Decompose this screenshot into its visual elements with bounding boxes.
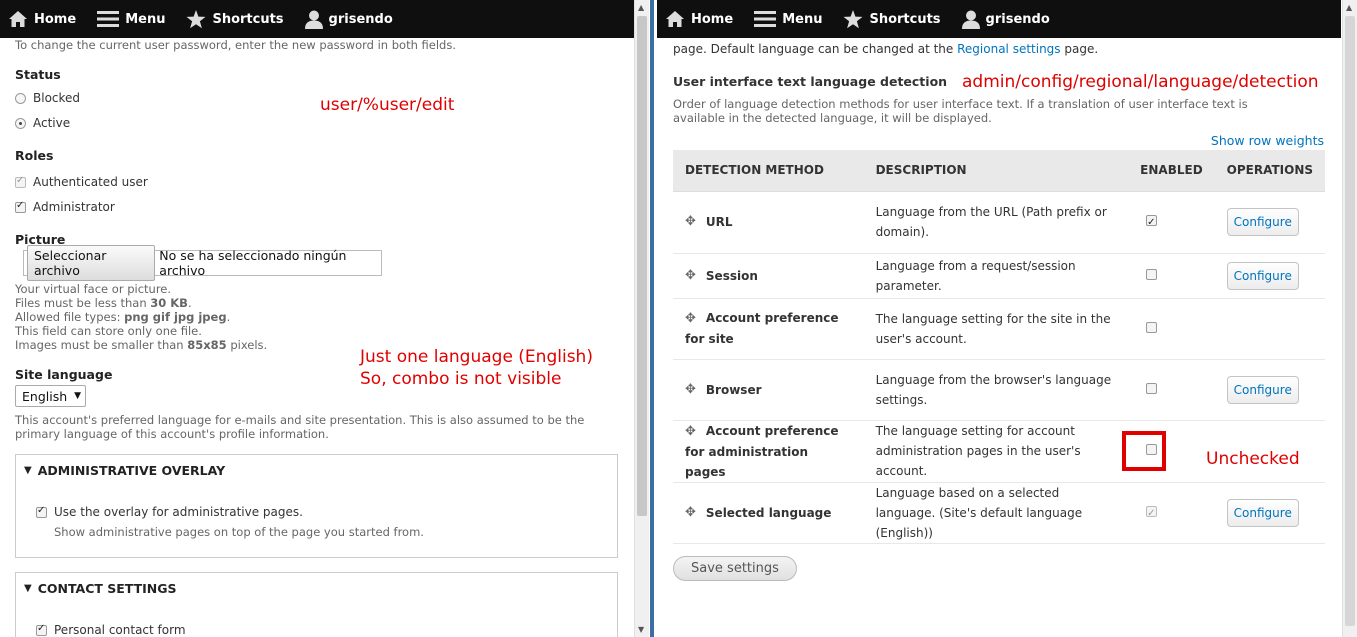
row-description: The language setting for the site in the… [863,298,1129,360]
row-description: Language from the browser's language set… [863,359,1129,421]
menu-icon [97,11,120,27]
radio-active[interactable] [15,117,26,129]
toolbar-home[interactable]: Home [657,0,746,38]
drag-handle-icon[interactable]: ✥ [685,380,696,400]
toolbar-menu[interactable]: Menu [89,0,178,38]
regional-settings-link[interactable]: Regional settings [957,42,1060,56]
table-row: ✥ Session Language from a request/session… [673,253,1325,299]
contact-option[interactable]: Personal contact form [36,623,186,637]
pane-border-left [650,0,654,637]
home-icon [9,11,27,27]
left-scrollbar[interactable]: ▲ ▼ [634,0,649,637]
checkbox-enabled [1146,504,1158,524]
toolbar-home[interactable]: Home [0,0,89,38]
configure-button[interactable]: Configure [1226,375,1299,404]
site-language-select[interactable]: English ▼ [15,385,86,407]
radio-blocked[interactable] [15,92,26,104]
toolbar-menu[interactable]: Menu [746,0,835,38]
checkbox-enabled[interactable] [1146,321,1158,333]
intro-text: page. Default language can be changed at… [673,42,1099,56]
collapse-triangle-icon: ▼ [24,465,32,476]
star-icon [843,9,863,28]
status-label: Status [15,67,61,82]
checkbox-authenticated [15,175,26,188]
overlay-legend[interactable]: ▼ ADMINISTRATIVE OVERLAY [16,455,617,486]
star-icon [186,9,206,28]
role-administrator[interactable]: Administrator [15,200,115,214]
table-row: ✥ Account preference for site The languag… [673,298,1325,360]
section-title: User interface text language detection [673,74,948,89]
role-authenticated: Authenticated user [15,175,148,189]
site-language-help: This account's preferred language for e-… [15,413,585,441]
section-description: Order of language detection methods for … [673,97,1248,125]
show-row-weights-link[interactable]: Show row weights [1211,133,1324,148]
row-description: Language from the URL (Path prefix or do… [863,191,1129,254]
table-row: ✥ URL Language from the URL (Path prefix … [673,191,1325,254]
toolbar-shortcuts[interactable]: Shortcuts [835,0,953,38]
checkbox-enabled[interactable] [1146,268,1158,280]
administrative-overlay-fieldset: ▼ADMINISTRATIVE OVERLAY Use the overlay … [15,454,618,558]
user-icon [961,10,980,29]
picture-help: Your virtual face or picture. Files must… [15,282,268,352]
choose-file-button[interactable]: Seleccionar archivo [27,245,156,281]
toolbar-user[interactable]: grisendo [297,0,406,38]
drag-handle-icon[interactable]: ✥ [685,311,696,326]
header-operations: OPERATIONS [1214,150,1325,192]
right-pane: Home Menu Shortcuts grisendo page. Defau… [657,0,1341,637]
contact-legend[interactable]: ▼ CONTACT SETTINGS [16,573,617,604]
checkbox-overlay[interactable] [36,505,47,518]
annotation-one-language: Just one language (English) So, combo is… [360,347,593,389]
overlay-option[interactable]: Use the overlay for administrative pages… [36,505,303,519]
table-row: ✥ Browser Language from the browser's lan… [673,359,1325,421]
configure-button[interactable]: Configure [1226,208,1299,236]
status-blocked-option[interactable]: Blocked [15,91,80,105]
header-method: DETECTION METHOD [673,150,864,192]
configure-button[interactable]: Configure [1226,498,1299,527]
file-input[interactable]: Seleccionar archivo No se ha seleccionad… [23,245,382,281]
home-icon [666,11,684,27]
annotation-detection-path: admin/config/regional/language/detection [962,72,1319,92]
left-pane: Home Menu Shortcuts grisendo To change t… [0,0,634,637]
password-hint: To change the current user password, ent… [15,38,456,52]
annotation-user-path: user/%user/edit [320,95,455,115]
status-active-option[interactable]: Active [15,116,70,130]
configure-button[interactable]: Configure [1226,261,1299,290]
annotation-unchecked: Unchecked [1206,449,1300,469]
drag-handle-icon[interactable]: ✥ [685,266,696,286]
admin-toolbar-left: Home Menu Shortcuts grisendo [0,0,634,38]
drag-handle-icon[interactable]: ✥ [685,424,696,439]
toolbar-shortcuts[interactable]: Shortcuts [178,0,296,38]
drag-handle-icon[interactable]: ✥ [685,503,696,523]
save-settings-button[interactable]: Save settings [673,556,797,581]
checkbox-contact[interactable] [36,623,47,636]
checkbox-administrator[interactable] [15,200,26,213]
drag-handle-icon[interactable]: ✥ [685,212,696,232]
row-description: The language setting for account adminis… [863,420,1129,483]
checkbox-enabled[interactable] [1146,382,1158,394]
checkbox-enabled[interactable] [1146,213,1158,233]
row-description: Language based on a selected language. (… [863,482,1129,544]
row-description: Language from a request/session paramete… [863,253,1129,299]
menu-icon [754,11,777,27]
dropdown-arrow-icon: ▼ [74,391,82,401]
site-language-label: Site language [15,367,113,382]
header-description: DESCRIPTION [863,150,1129,192]
contact-settings-fieldset: ▼CONTACT SETTINGS Personal contact form [15,572,618,637]
file-status: No se ha seleccionado ningún archivo [159,248,347,278]
roles-label: Roles [15,148,54,163]
highlight-box [1122,430,1167,471]
table-row: ✥ Selected language Language based on a s… [673,482,1325,544]
collapse-triangle-icon: ▼ [24,583,32,594]
header-enabled: ENABLED [1128,150,1215,192]
right-scrollbar[interactable]: ▲ [1342,0,1357,637]
detection-table: DETECTION METHOD DESCRIPTION ENABLED OPE… [673,150,1325,544]
toolbar-user[interactable]: grisendo [954,0,1063,38]
admin-toolbar-right: Home Menu Shortcuts grisendo [657,0,1341,38]
overlay-help: Show administrative pages on top of the … [54,525,424,539]
user-icon [304,10,323,29]
